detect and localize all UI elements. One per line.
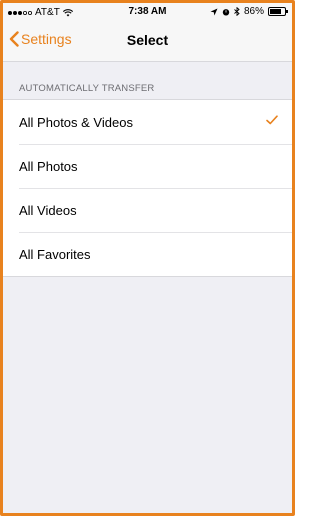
alarm-icon bbox=[222, 8, 230, 15]
option-all-photos-videos[interactable]: All Photos & Videos bbox=[3, 100, 292, 144]
navigation-bar: Settings Select bbox=[3, 21, 292, 62]
option-all-favorites[interactable]: All Favorites bbox=[3, 232, 292, 276]
location-arrow-icon bbox=[210, 8, 218, 15]
page-title: Select bbox=[126, 32, 169, 48]
option-label: All Photos bbox=[19, 158, 78, 174]
status-right-group: 86% bbox=[210, 6, 288, 17]
section-header: AUTOMATICALLY TRANSFER bbox=[19, 83, 155, 94]
option-label: All Favorites bbox=[19, 246, 91, 262]
checkmark-icon bbox=[266, 115, 278, 125]
battery-icon bbox=[268, 7, 288, 16]
battery-percent: 86% bbox=[243, 6, 264, 17]
transfer-options-list: All Photos & Videos All Photos All Video… bbox=[3, 99, 292, 277]
status-bar: AT&T 7:38 AM 86% bbox=[3, 3, 292, 21]
phone-screen: AT&T 7:38 AM 86% Settings Select AUTOMAT… bbox=[0, 0, 295, 516]
option-all-photos[interactable]: All Photos bbox=[3, 144, 292, 188]
option-label: All Photos & Videos bbox=[19, 114, 133, 130]
option-label: All Videos bbox=[19, 202, 77, 218]
option-all-videos[interactable]: All Videos bbox=[3, 188, 292, 232]
bluetooth-icon bbox=[234, 7, 240, 16]
